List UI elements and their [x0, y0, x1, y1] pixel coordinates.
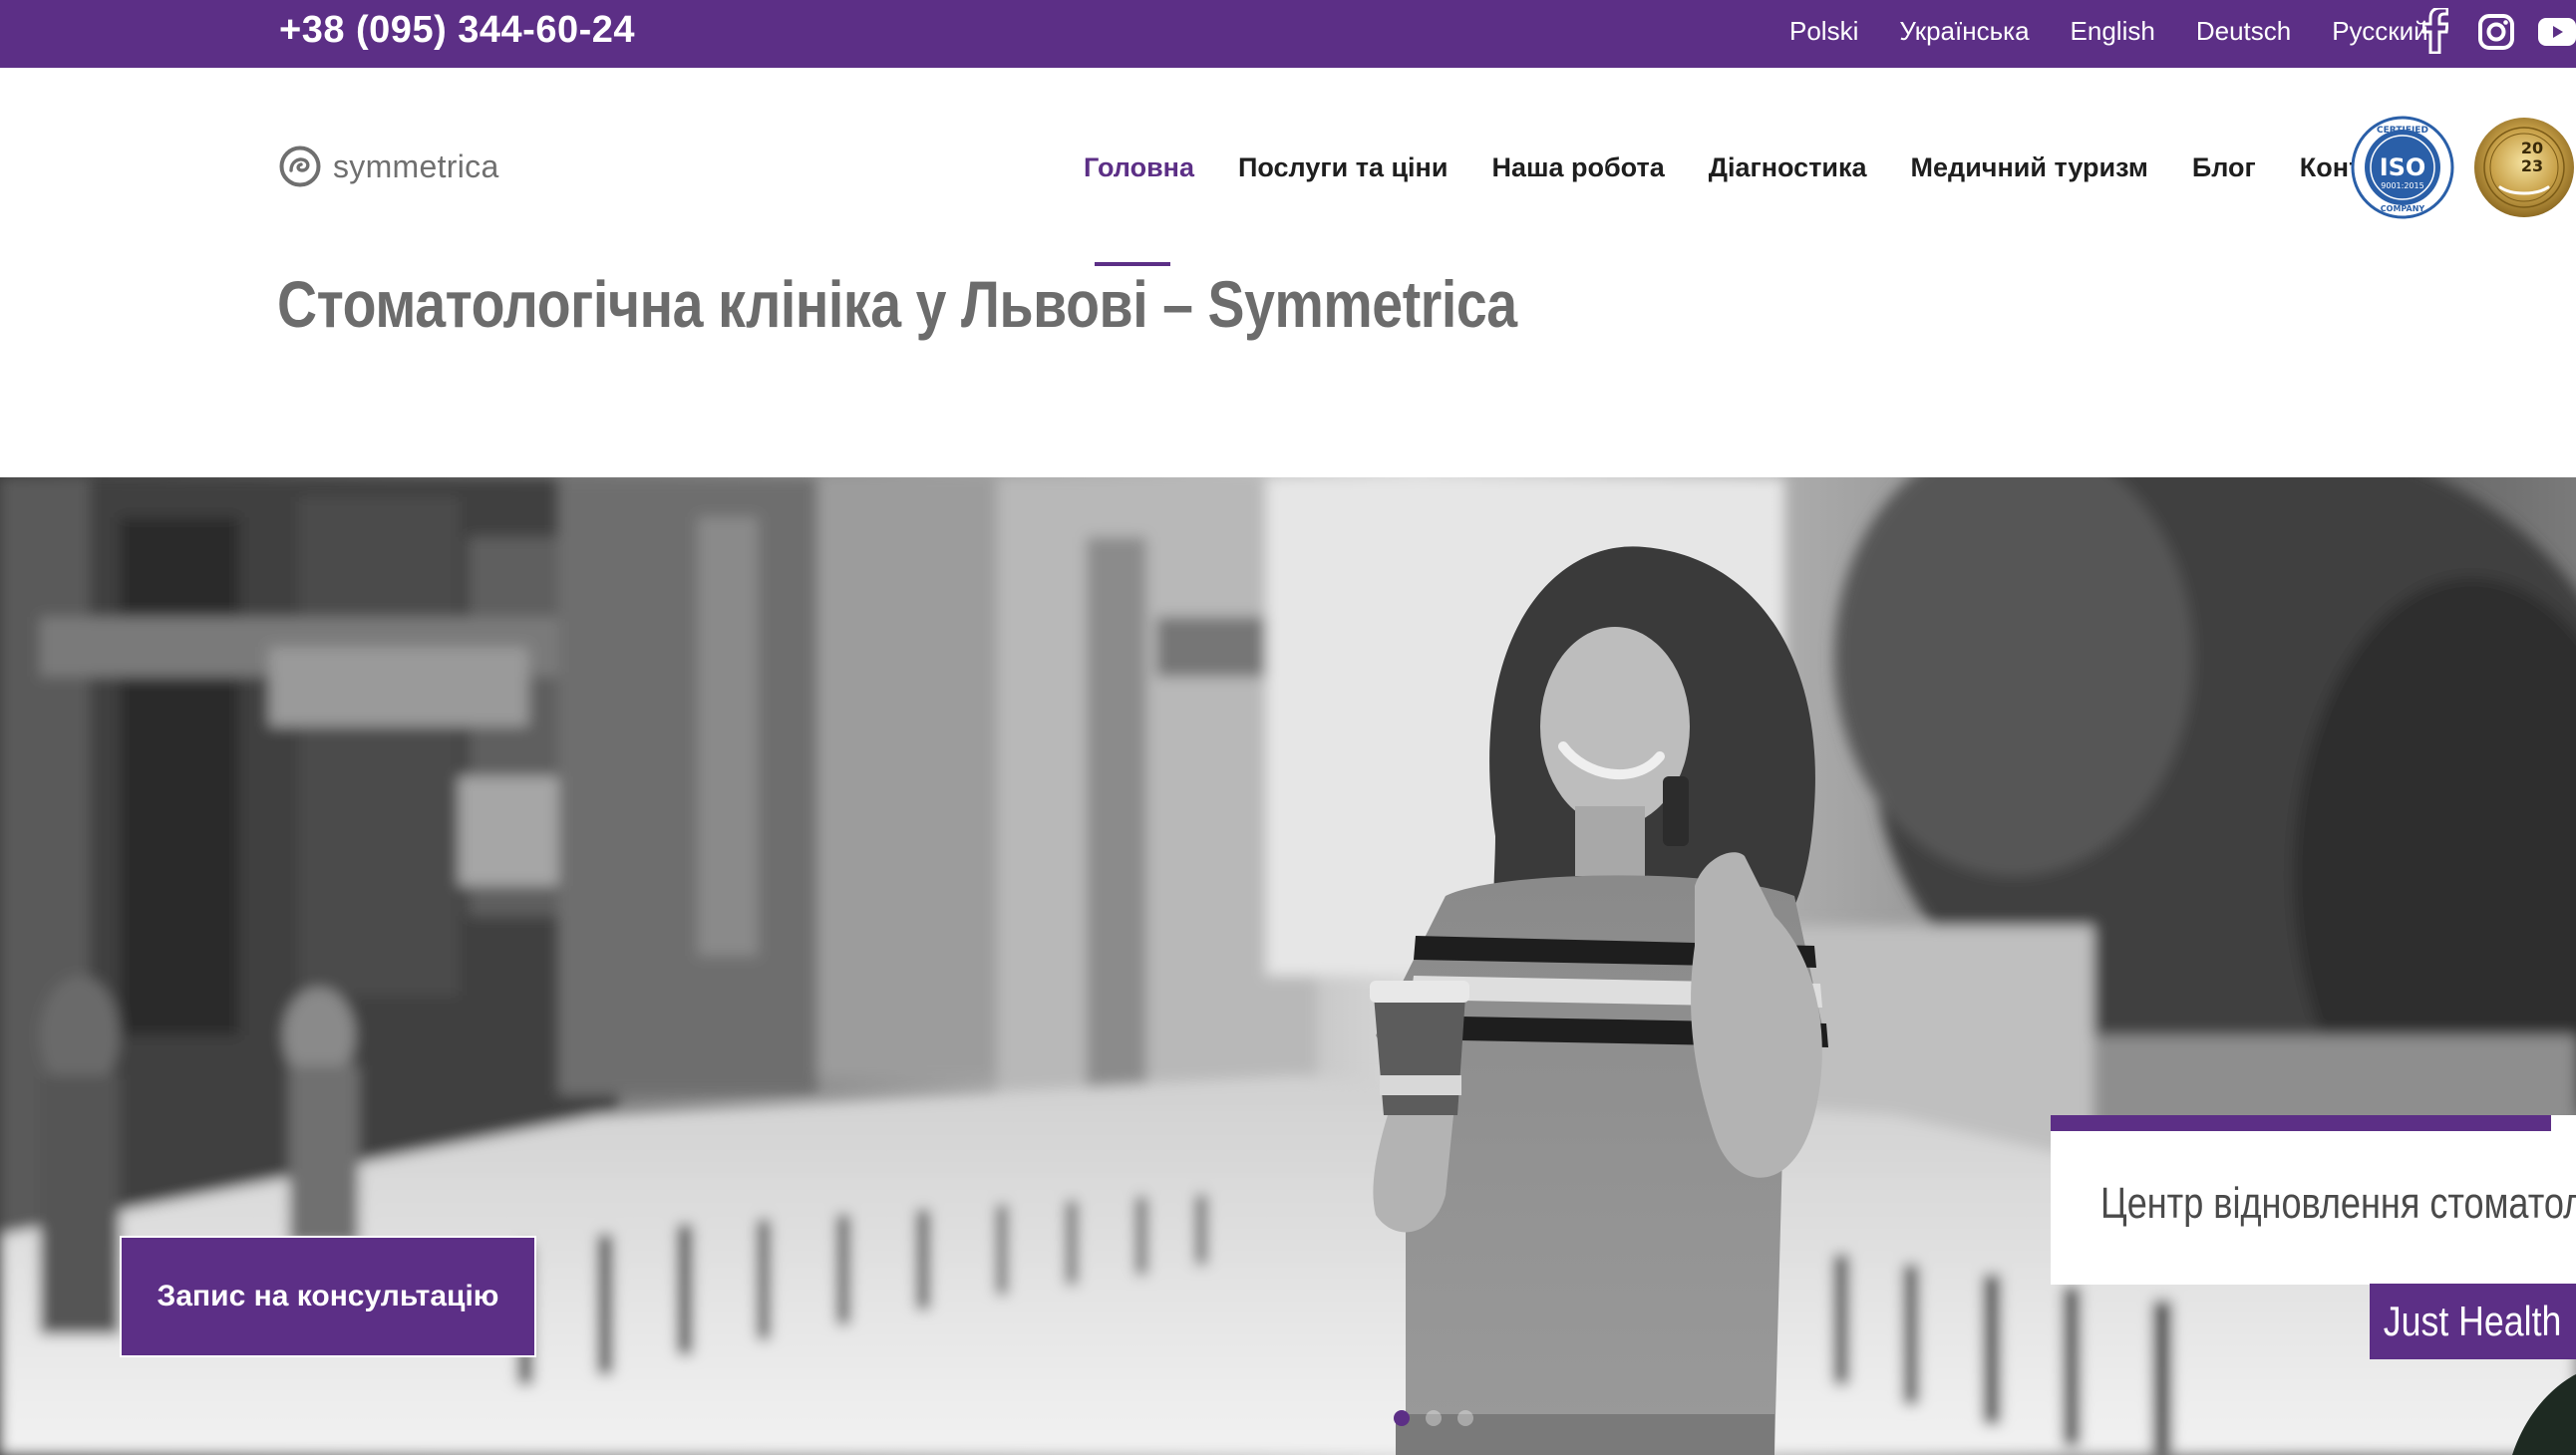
iso-certified-badge: CERTIFIED ISO 9001:2015 COMPANY: [2351, 116, 2454, 224]
lang-russian[interactable]: Русский: [2332, 14, 2427, 48]
slider-dot-2[interactable]: [1426, 1410, 1442, 1426]
nav-our-work[interactable]: Наша робота: [1491, 149, 1664, 185]
award-2023-badge: 20 23: [2472, 116, 2576, 224]
nav-blog[interactable]: Блог: [2192, 149, 2256, 185]
nav-diagnostics[interactable]: Діагностика: [1709, 149, 1867, 185]
youtube-icon[interactable]: [2538, 8, 2576, 46]
phone-number[interactable]: +38 (095) 344-60-24: [279, 6, 635, 54]
hero-caption-card: Центр відновлення стоматологі: [2051, 1115, 2576, 1285]
logo[interactable]: symmetrica: [279, 146, 499, 187]
top-bar: +38 (095) 344-60-24 Polski Українська En…: [0, 0, 2576, 68]
nav-medical-tourism[interactable]: Медичний туризм: [1911, 149, 2148, 185]
lang-english[interactable]: English: [2071, 14, 2155, 48]
svg-text:CERTIFIED: CERTIFIED: [2377, 126, 2428, 136]
nav-services-prices[interactable]: Послуги та ціни: [1238, 149, 1448, 185]
book-consultation-button[interactable]: Запис на консультацію: [120, 1236, 536, 1357]
lang-polski[interactable]: Polski: [1789, 14, 1858, 48]
svg-text:COMPANY: COMPANY: [2381, 204, 2425, 213]
lang-ukrainian[interactable]: Українська: [1899, 14, 2029, 48]
card-accent-bar: [2051, 1115, 2551, 1131]
svg-text:ISO: ISO: [2380, 153, 2426, 181]
nav-home[interactable]: Головна: [1084, 149, 1194, 185]
tagline-text: Just Health: [2384, 1298, 2562, 1344]
slider-dots: [1394, 1410, 1473, 1426]
slider-dot-3[interactable]: [1457, 1410, 1473, 1426]
language-switcher: Polski Українська English Deutsch Русски…: [1789, 14, 2469, 48]
instagram-icon[interactable]: [2478, 8, 2514, 50]
slider-dot-1[interactable]: [1394, 1410, 1410, 1426]
hero-caption-text: Центр відновлення стоматологі: [2100, 1179, 2576, 1228]
logo-text: symmetrica: [333, 147, 499, 184]
svg-text:20: 20: [2521, 139, 2543, 157]
svg-text:23: 23: [2521, 156, 2543, 175]
logo-mark-icon: [279, 146, 321, 187]
lang-deutsch[interactable]: Deutsch: [2196, 14, 2291, 48]
facebook-icon[interactable]: [2422, 8, 2448, 54]
page-title: Стоматологічна клініка у Львові – Symmet…: [277, 267, 1517, 341]
tagline-badge: Just Health: [2370, 1284, 2576, 1359]
main-nav: Головна Послуги та ціни Наша робота Діаг…: [1084, 149, 2420, 185]
svg-text:9001:2015: 9001:2015: [2381, 181, 2423, 190]
